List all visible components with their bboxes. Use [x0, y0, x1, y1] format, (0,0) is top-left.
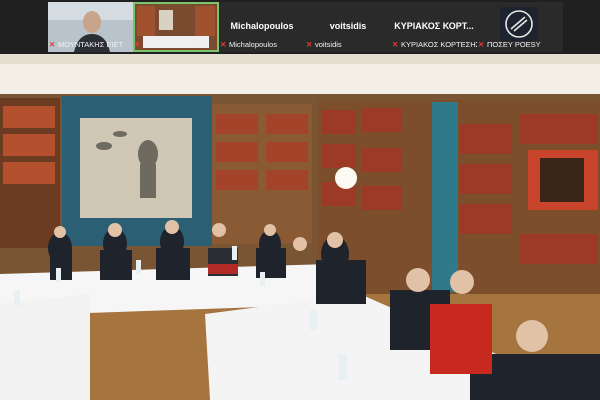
- participant-name: ✕ Michalopoulos: [220, 40, 277, 49]
- participant-tile[interactable]: ✕ ΜΟΥΝΤΑΚΗΣ ΕΙΕΤ: [48, 2, 134, 52]
- mic-muted-icon: ✕: [478, 40, 485, 49]
- mic-muted-icon: ✕: [49, 40, 56, 49]
- participant-tile[interactable]: ΚΥΡΙΑΚΟΣ ΚΟΡΤ... ✕ ΚΥΡΙΑΚΟΣ ΚΟΡΤΕΣΗΣ: [391, 2, 477, 52]
- participant-display-name: ΚΥΡΙΑΚΟΣ ΚΟΡΤ...: [394, 21, 474, 31]
- meeting-room-video: [0, 54, 600, 400]
- participant-strip: ✕ ΜΟΥΝΤΑΚΗΣ ΕΙΕΤ ✕ ΠΟΣΕΥ POESY Michalopoul…: [0, 0, 600, 54]
- mic-muted-icon: ✕: [220, 40, 227, 49]
- participant-tile[interactable]: ✕ ΠΟΣΕΥ POESY: [133, 2, 219, 52]
- participant-name: ✕ ΜΟΥΝΤΑΚΗΣ ΕΙΕΤ: [49, 40, 124, 49]
- poesy-logo-icon: [500, 7, 538, 41]
- mic-muted-icon: ✕: [392, 40, 399, 49]
- mic-muted-icon: ✕: [306, 40, 313, 49]
- participant-name: ✕ ΚΥΡΙΑΚΟΣ ΚΟΡΤΕΣΗΣ: [392, 40, 477, 49]
- main-video-feed: [0, 54, 600, 400]
- participant-display-name: Michalopoulos: [230, 21, 294, 31]
- participant-tile[interactable]: Michalopoulos ✕ Michalopoulos: [219, 2, 305, 52]
- participant-tile[interactable]: voitsidis ✕ voitsidis: [305, 2, 391, 52]
- participant-tile[interactable]: ✕ ΠΟΣΕΥ POESY: [477, 2, 563, 52]
- participant-name: ✕ ΠΟΣΕΥ POESY: [134, 40, 197, 49]
- participant-name: ✕ ΠΟΣΕΥ POESY: [478, 40, 541, 49]
- mic-muted-icon: ✕: [134, 40, 141, 49]
- participant-name: ✕ voitsidis: [306, 40, 342, 49]
- participant-display-name: voitsidis: [329, 21, 367, 31]
